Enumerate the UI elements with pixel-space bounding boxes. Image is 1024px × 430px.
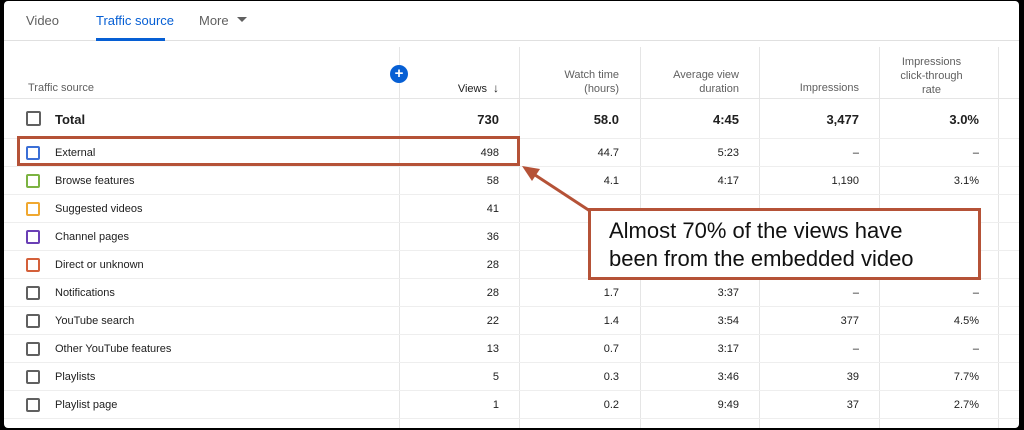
table-row: YouTube search 22 1.4 3:54 377 4.5% xyxy=(4,307,1019,335)
table-row: Playlists 5 0.3 3:46 39 7.7% xyxy=(4,363,1019,391)
row-checkbox[interactable] xyxy=(26,342,40,356)
table-row: Browse features 58 4.1 4:17 1,190 3.1% xyxy=(4,167,1019,195)
header-watch-time[interactable]: Watch time (hours) xyxy=(524,68,619,96)
annotation-callout: Almost 70% of the views have been from t… xyxy=(588,208,981,280)
cell-impr: – xyxy=(852,287,859,299)
cell-views: 5 xyxy=(492,371,499,383)
cell-views: 28 xyxy=(486,259,499,271)
header-views-label: Views xyxy=(457,83,487,95)
cell-ctr: 2.7% xyxy=(953,399,979,411)
annotation-line2: been from the embedded video xyxy=(609,246,914,271)
row-label: YouTube search xyxy=(55,315,135,327)
row-checkbox[interactable] xyxy=(26,286,40,300)
cell-views: 13 xyxy=(486,343,499,355)
header-ctr[interactable]: Impressions click-through rate xyxy=(884,55,979,97)
cell-ctr: 7.7% xyxy=(953,371,979,383)
cell-impr: 37 xyxy=(846,399,859,411)
cell-views: 41 xyxy=(486,203,499,215)
row-label: Direct or unknown xyxy=(55,259,144,271)
cell-ctr: – xyxy=(972,287,979,299)
header-impressions[interactable]: Impressions xyxy=(764,81,859,95)
sort-down-icon: ↓ xyxy=(493,81,499,95)
header-avg-view-line2: duration xyxy=(699,83,739,95)
row-label: Channel pages xyxy=(55,231,130,243)
row-checkbox[interactable] xyxy=(26,398,40,412)
header-ctr-line3: rate xyxy=(922,84,941,96)
cell-ctr: 3.1% xyxy=(953,175,979,187)
cell-views: 22 xyxy=(486,315,499,327)
row-checkbox[interactable] xyxy=(26,174,40,188)
cell-impr: – xyxy=(852,147,859,159)
cell-ctr: 4.5% xyxy=(953,315,979,327)
cell-watch: 0.3 xyxy=(603,371,619,383)
cell-watch: 1.7 xyxy=(603,287,619,299)
table-header: Traffic source + Views ↓ Watch time (hours… xyxy=(4,41,1019,99)
header-avg-view-line1: Average view xyxy=(673,69,739,81)
cell-watch: 1.4 xyxy=(603,315,619,327)
cell-views: 1 xyxy=(492,399,499,411)
cell-avg: 3:46 xyxy=(717,371,739,383)
header-views[interactable]: Views ↓ xyxy=(424,81,499,96)
total-ctr: 3.0% xyxy=(949,112,979,127)
row-checkbox[interactable] xyxy=(26,314,40,328)
table-row: Notifications 28 1.7 3:37 – – xyxy=(4,279,1019,307)
row-label: Suggested videos xyxy=(55,203,143,215)
analytics-panel: Video Traffic source More Traffic source… xyxy=(4,1,1019,428)
cell-avg: 3:17 xyxy=(717,343,739,355)
cell-watch: 0.7 xyxy=(603,343,619,355)
total-impressions: 3,477 xyxy=(826,112,859,127)
header-watch-time-line1: Watch time xyxy=(564,69,619,81)
cell-impr: 39 xyxy=(846,371,859,383)
total-watch-time: 58.0 xyxy=(593,112,619,127)
cell-views: 58 xyxy=(486,175,499,187)
cell-ctr: – xyxy=(972,343,979,355)
cell-views: 36 xyxy=(486,231,499,243)
table-row: Other YouTube features 13 0.7 3:17 – – xyxy=(4,335,1019,363)
cell-avg: 5:23 xyxy=(717,147,739,159)
cell-impr: 377 xyxy=(840,315,859,327)
row-checkbox[interactable] xyxy=(26,258,40,272)
cell-ctr: – xyxy=(972,147,979,159)
row-label: Browse features xyxy=(55,175,135,187)
chevron-down-icon xyxy=(236,17,247,23)
tab-traffic-source[interactable]: Traffic source xyxy=(96,13,174,28)
row-label: Notifications xyxy=(55,287,115,299)
total-label: Total xyxy=(55,112,86,127)
cell-views: 28 xyxy=(486,287,499,299)
row-checkbox[interactable] xyxy=(26,202,40,216)
header-avg-view-duration[interactable]: Average view duration xyxy=(644,68,739,96)
add-metric-icon[interactable]: + xyxy=(390,65,408,83)
header-traffic-source: Traffic source xyxy=(28,82,95,94)
cell-avg: 3:54 xyxy=(717,315,739,327)
row-label: Playlists xyxy=(55,371,96,383)
cell-impr: – xyxy=(852,343,859,355)
cell-avg: 9:49 xyxy=(717,399,739,411)
total-avg-duration: 4:45 xyxy=(712,112,739,127)
row-checkbox[interactable] xyxy=(26,230,40,244)
cell-watch: 44.7 xyxy=(597,147,619,159)
row-label: Other YouTube features xyxy=(55,343,172,355)
external-row-highlight xyxy=(17,136,520,166)
annotation-line1: Almost 70% of the views have xyxy=(609,218,903,243)
tab-video[interactable]: Video xyxy=(26,13,59,28)
total-row: Total 730 58.0 4:45 3,477 3.0% xyxy=(4,99,1019,139)
header-watch-time-line2: (hours) xyxy=(584,83,619,95)
cell-impr: 1,190 xyxy=(831,175,859,187)
table-row: Playlist page 1 0.2 9:49 37 2.7% xyxy=(4,391,1019,419)
total-checkbox[interactable] xyxy=(26,111,41,126)
tab-more-label: More xyxy=(199,13,229,28)
row-label: Playlist page xyxy=(55,399,118,411)
header-ctr-line2: click-through xyxy=(900,70,963,82)
total-views: 730 xyxy=(477,112,499,127)
annotation-text: Almost 70% of the views have been from t… xyxy=(609,217,914,273)
tab-more[interactable]: More xyxy=(199,13,247,28)
cell-watch: 0.2 xyxy=(603,399,619,411)
cell-avg: 3:37 xyxy=(717,287,739,299)
tab-bar: Video Traffic source More xyxy=(4,1,1019,41)
cell-watch: 4.1 xyxy=(603,175,619,187)
header-ctr-line1: Impressions xyxy=(901,56,962,68)
cell-avg: 4:17 xyxy=(717,175,739,187)
row-checkbox[interactable] xyxy=(26,370,40,384)
